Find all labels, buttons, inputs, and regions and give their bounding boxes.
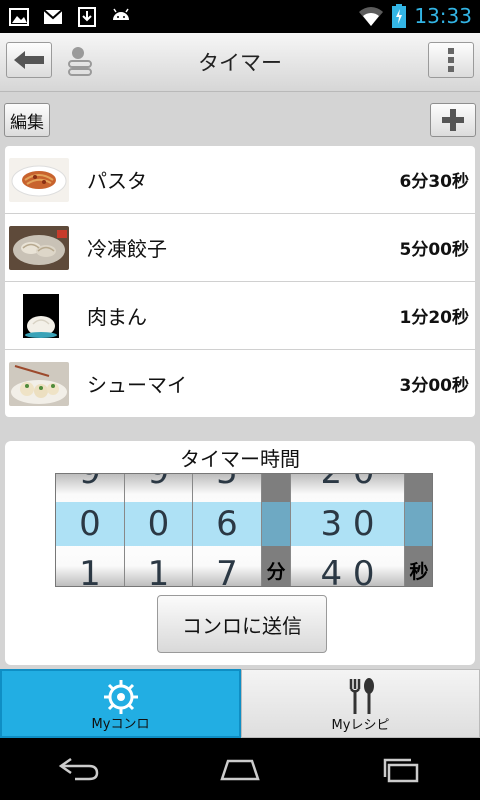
time-picker: 9 0 1 9 0 1 5 6 7 分 2 0 xyxy=(55,473,433,587)
recents-nav-icon[interactable] xyxy=(379,755,423,783)
seconds-value: 3 0 xyxy=(320,504,375,544)
overflow-menu-button[interactable] xyxy=(428,42,474,78)
minutes-third-wheel[interactable]: 5 6 7 xyxy=(193,474,261,586)
back-nav-icon[interactable] xyxy=(57,756,101,782)
timer-duration: 6分30秒 xyxy=(399,172,470,192)
seconds-unit-label: 秒 xyxy=(409,561,429,583)
action-bar: タイマー xyxy=(0,33,480,92)
bottom-tab-bar: Myコンロ Myレシピ xyxy=(0,669,480,738)
tab-my-stove[interactable]: Myコンロ xyxy=(0,669,241,738)
status-time: 13:33 xyxy=(414,4,472,28)
home-nav-icon[interactable] xyxy=(216,757,264,781)
timer-panel-title: タイマー時間 xyxy=(180,447,300,471)
fork-spoon-icon xyxy=(349,678,374,714)
plus-icon xyxy=(442,109,464,131)
timer-duration: 3分00秒 xyxy=(399,376,470,396)
minutes-unit-label: 分 xyxy=(266,561,286,583)
android-icon xyxy=(113,8,129,20)
minutes-third-value: 6 xyxy=(216,504,238,544)
app-screen: タイマー 編集 パスタ 6分30秒 冷凍餃子 5分00秒 肉まん 1分20秒 シ… xyxy=(0,33,480,738)
send-to-stove-button[interactable]: コンロに送信 xyxy=(157,595,327,653)
minutes-ones-wheel[interactable]: 9 0 1 xyxy=(125,474,192,586)
wifi-icon xyxy=(359,7,384,26)
timer-name: パスタ xyxy=(87,169,147,193)
add-timer-button[interactable] xyxy=(430,103,476,137)
page-title: タイマー xyxy=(198,51,282,75)
gmail-icon xyxy=(43,9,63,24)
timer-list-item-gyoza[interactable]: 冷凍餃子 5分00秒 xyxy=(5,214,475,282)
pasta-thumbnail xyxy=(9,157,69,202)
minutes-tens-wheel[interactable]: 9 0 1 xyxy=(56,474,124,586)
timer-list: パスタ 6分30秒 冷凍餃子 5分00秒 肉まん 1分20秒 シューマイ 3分0… xyxy=(5,146,475,417)
minutes-ones-value: 0 xyxy=(147,504,170,544)
timer-list-item-pasta[interactable]: パスタ 6分30秒 xyxy=(5,146,475,214)
timer-name: 肉まん xyxy=(87,305,147,329)
download-icon xyxy=(78,7,96,27)
tab-my-recipe[interactable]: Myレシピ xyxy=(241,669,480,738)
edit-button[interactable]: 編集 xyxy=(4,103,50,137)
timer-duration: 1分20秒 xyxy=(399,308,470,328)
timer-list-item-shumai[interactable]: シューマイ 3分00秒 xyxy=(5,350,475,417)
status-bar: 13:33 xyxy=(0,0,480,33)
shumai-thumbnail xyxy=(9,361,69,406)
battery-charging-icon xyxy=(392,4,407,28)
nikuman-thumbnail xyxy=(9,293,69,338)
seconds-unit-column: 秒 xyxy=(405,474,432,586)
seconds-wheel[interactable]: 2 0 3 0 4 0 xyxy=(291,474,404,586)
timer-duration: 5分00秒 xyxy=(399,240,470,260)
image-icon xyxy=(9,8,29,26)
gyoza-thumbnail xyxy=(9,225,69,270)
minutes-tens-value: 0 xyxy=(79,504,101,544)
overflow-menu-icon xyxy=(448,48,454,72)
system-nav-bar xyxy=(0,738,480,800)
timer-setting-panel: タイマー時間 9 0 1 9 0 1 5 6 7 分 xyxy=(5,441,475,665)
timer-name: 冷凍餃子 xyxy=(87,237,167,261)
stove-icon xyxy=(103,680,138,714)
timer-name: シューマイ xyxy=(87,373,187,397)
timer-list-item-nikuman[interactable]: 肉まん 1分20秒 xyxy=(5,282,475,350)
minutes-unit-column: 分 xyxy=(262,474,290,586)
tab-label: Myレシピ xyxy=(331,718,390,733)
